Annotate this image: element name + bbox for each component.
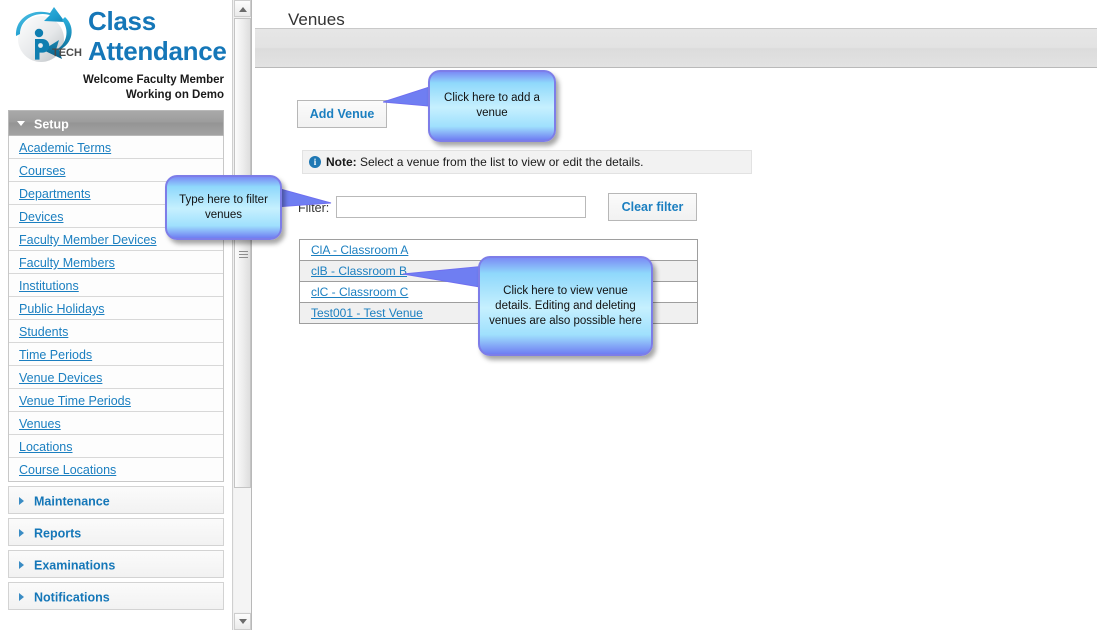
callout-venue-list: Click here to view venue details. Editin… xyxy=(478,256,653,356)
sidebar-link-courses[interactable]: Courses xyxy=(19,164,66,178)
sidebar-item-venue-devices[interactable]: Venue Devices xyxy=(9,366,223,389)
venue-link-clb[interactable]: clB - Classroom B xyxy=(311,264,407,278)
sidebar-item-venues[interactable]: Venues xyxy=(9,412,223,435)
sidebar-item-locations[interactable]: Locations xyxy=(9,435,223,458)
sidebar-link-locations[interactable]: Locations xyxy=(19,440,73,454)
scrollbar-grip-icon xyxy=(239,251,248,260)
callout-add-venue: Click here to add a venue xyxy=(428,70,556,142)
sidebar-section-notifications[interactable]: Notifications xyxy=(8,582,224,610)
note-text: Select a venue from the list to view or … xyxy=(356,155,644,169)
scrollbar-down-button[interactable] xyxy=(234,613,251,630)
sidebar-link-institutions[interactable]: Institutions xyxy=(19,279,79,293)
scrollbar-up-button[interactable] xyxy=(234,0,251,17)
venue-link-cla[interactable]: ClA - Classroom A xyxy=(311,243,408,257)
ip-tech-logo-icon: TECH xyxy=(10,6,90,70)
note-label: Note: xyxy=(326,155,357,169)
sidebar-link-devices[interactable]: Devices xyxy=(19,210,63,224)
sidebar-item-public-holidays[interactable]: Public Holidays xyxy=(9,297,223,320)
app-title: Class Attendance xyxy=(88,6,228,66)
sidebar-section-setup-label: Setup xyxy=(34,117,69,132)
application-window: TECH Class Attendance Welcome Faculty Me… xyxy=(0,0,1099,630)
caret-up-icon xyxy=(239,7,247,12)
chevron-right-icon xyxy=(19,560,24,569)
clear-filter-button[interactable]: Clear filter xyxy=(608,193,697,221)
sidebar-link-time-periods[interactable]: Time Periods xyxy=(19,348,92,362)
sidebar-section-maintenance-label: Maintenance xyxy=(34,494,110,509)
sidebar-section-notifications-label: Notifications xyxy=(34,590,110,605)
sidebar: TECH Class Attendance Welcome Faculty Me… xyxy=(0,0,232,630)
sidebar-section-examinations[interactable]: Examinations xyxy=(8,550,224,578)
sidebar-section-maintenance[interactable]: Maintenance xyxy=(8,486,224,514)
callout-tail-filter xyxy=(273,186,332,208)
callout-tail-venue-list xyxy=(403,265,487,289)
welcome-text: Welcome Faculty Member xyxy=(82,74,224,86)
sidebar-link-public-holidays[interactable]: Public Holidays xyxy=(19,302,104,316)
sidebar-item-students[interactable]: Students xyxy=(9,320,223,343)
app-title-line1: Class xyxy=(88,6,156,36)
sidebar-item-academic-terms[interactable]: Academic Terms xyxy=(9,136,223,159)
venue-link-test001[interactable]: Test001 - Test Venue xyxy=(311,306,423,320)
page-header-bar xyxy=(255,28,1097,68)
venue-link-clc[interactable]: clC - Classroom C xyxy=(311,285,408,299)
sidebar-link-departments[interactable]: Departments xyxy=(19,187,91,201)
brand-header: TECH Class Attendance Welcome Faculty Me… xyxy=(0,0,232,110)
chevron-right-icon xyxy=(19,592,24,601)
sidebar-item-course-locations[interactable]: Course Locations xyxy=(9,458,223,481)
add-venue-button[interactable]: Add Venue xyxy=(297,100,387,128)
callout-filter: Type here to filter venues xyxy=(165,175,282,240)
chevron-right-icon xyxy=(19,496,24,505)
working-on-text: Working on Demo xyxy=(125,89,224,101)
sidebar-link-course-locations[interactable]: Course Locations xyxy=(19,463,116,477)
sidebar-section-reports[interactable]: Reports xyxy=(8,518,224,546)
chevron-right-icon xyxy=(19,528,24,537)
sidebar-scrollbar[interactable] xyxy=(232,0,252,630)
sidebar-section-reports-label: Reports xyxy=(34,526,82,541)
sidebar-item-venue-time-periods[interactable]: Venue Time Periods xyxy=(9,389,223,412)
chevron-down-icon xyxy=(17,121,25,127)
sidebar-link-faculty-members[interactable]: Faculty Members xyxy=(19,256,115,270)
caret-down-icon xyxy=(239,619,247,624)
filter-input[interactable] xyxy=(336,196,586,218)
app-title-line2: Attendance xyxy=(88,36,227,66)
note-banner: i Note: Select a venue from the list to v… xyxy=(302,150,752,174)
sidebar-link-academic-terms[interactable]: Academic Terms xyxy=(19,141,111,155)
sidebar-link-faculty-member-devices[interactable]: Faculty Member Devices xyxy=(19,233,157,247)
sidebar-section-setup[interactable]: Setup xyxy=(8,110,224,136)
sidebar-link-venue-time-periods[interactable]: Venue Time Periods xyxy=(19,394,131,408)
sidebar-link-students[interactable]: Students xyxy=(19,325,68,339)
user-welcome-block: Welcome Faculty Member Working on Demo xyxy=(83,73,224,103)
sidebar-link-venue-devices[interactable]: Venue Devices xyxy=(19,371,102,385)
sidebar-link-venues[interactable]: Venues xyxy=(19,417,61,431)
sidebar-item-time-periods[interactable]: Time Periods xyxy=(9,343,223,366)
sidebar-item-faculty-members[interactable]: Faculty Members xyxy=(9,251,223,274)
sidebar-section-examinations-label: Examinations xyxy=(34,558,116,573)
info-icon: i xyxy=(309,155,321,168)
main-content: Venues Add Venue i Note: Select a venue f… xyxy=(165,0,1099,630)
sidebar-item-institutions[interactable]: Institutions xyxy=(9,274,223,297)
svg-text:TECH: TECH xyxy=(52,47,82,59)
scrollbar-thumb[interactable] xyxy=(234,18,251,488)
page-title: Venues xyxy=(288,10,345,29)
